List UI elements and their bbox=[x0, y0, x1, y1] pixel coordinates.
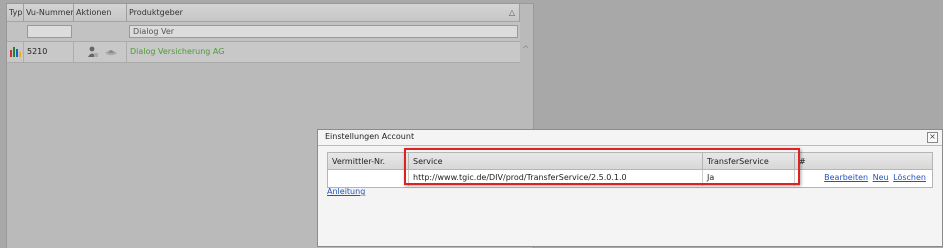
delete-link[interactable]: Löschen bbox=[893, 173, 926, 182]
edit-link[interactable]: Bearbeiten bbox=[824, 173, 868, 182]
transferservice-cell: Ja bbox=[703, 170, 795, 186]
typ-cell bbox=[7, 42, 24, 62]
filter-row: Dialog Ver bbox=[7, 22, 520, 42]
grid-header: Typ Vu-Nummer Aktionen Produktgeber △ bbox=[7, 4, 520, 22]
aktionen-cell bbox=[74, 42, 127, 62]
table-row[interactable]: 5210 Dialog Versicherung AG bbox=[7, 42, 520, 63]
column-header-vu-nummer[interactable]: Vu-Nummer bbox=[24, 4, 74, 21]
person-icon[interactable] bbox=[87, 42, 98, 62]
new-link[interactable]: Neu bbox=[873, 173, 889, 182]
close-icon[interactable]: × bbox=[927, 132, 938, 143]
vermittler-nr-cell bbox=[328, 170, 409, 186]
column-header-produktgeber[interactable]: Produktgeber △ bbox=[127, 4, 520, 21]
column-header-aktionen[interactable]: Aktionen bbox=[74, 4, 127, 21]
bar-chart-icon bbox=[10, 47, 21, 57]
account-settings-dialog: Einstellungen Account × Vermittler-Nr. S… bbox=[317, 129, 943, 247]
produktgeber-filter-input[interactable]: Dialog Ver bbox=[129, 25, 518, 38]
vu-nummer-filter-input[interactable] bbox=[27, 25, 72, 38]
vu-nummer-cell: 5210 bbox=[24, 42, 74, 62]
column-header-typ[interactable]: Typ bbox=[7, 4, 24, 21]
hat-icon[interactable] bbox=[105, 42, 117, 62]
column-header-produktgeber-label: Produktgeber bbox=[129, 8, 183, 17]
service-url-cell: http://www.tgic.de/DIV/prod/TransferServ… bbox=[409, 170, 703, 186]
scroll-up-icon[interactable]: ^ bbox=[522, 45, 530, 55]
sort-ascending-icon[interactable]: △ bbox=[509, 4, 515, 21]
column-header-vermittler-nr[interactable]: Vermittler-Nr. bbox=[328, 153, 409, 170]
account-table: Vermittler-Nr. Service TransferService #… bbox=[327, 152, 933, 188]
actions-cell: Bearbeiten Neu Löschen bbox=[795, 170, 932, 186]
help-link[interactable]: Anleitung bbox=[327, 187, 365, 196]
dialog-title: Einstellungen Account bbox=[325, 132, 415, 141]
produktgeber-link[interactable]: Dialog Versicherung AG bbox=[127, 42, 520, 62]
column-header-service[interactable]: Service bbox=[409, 153, 703, 170]
column-header-transferservice[interactable]: TransferService bbox=[703, 153, 795, 170]
divider bbox=[318, 145, 942, 146]
column-header-actions: # bbox=[795, 153, 932, 170]
